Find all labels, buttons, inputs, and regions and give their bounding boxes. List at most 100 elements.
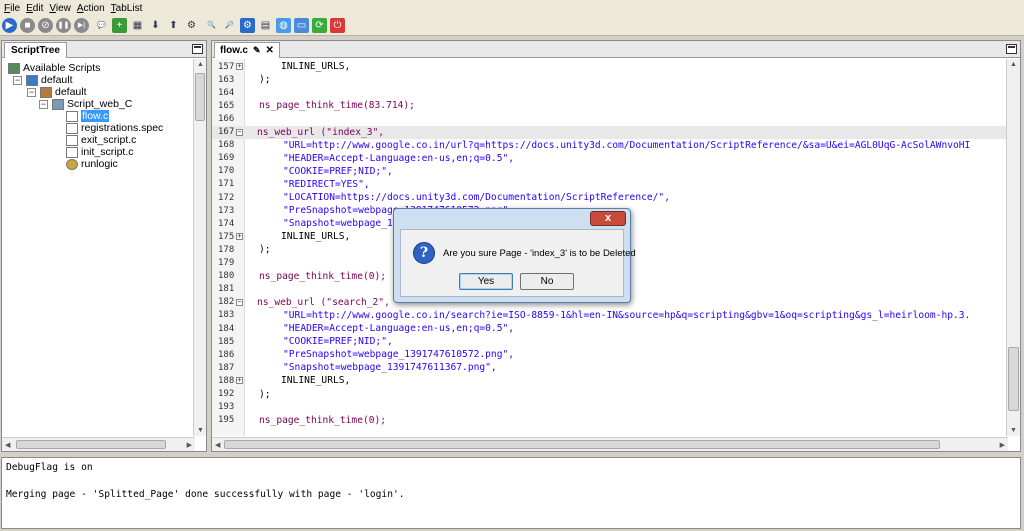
line-number: 169 [218, 153, 235, 164]
maximize-icon[interactable] [192, 44, 203, 54]
script-folder-icon [52, 98, 64, 110]
tree-item[interactable]: Available Scripts [8, 62, 100, 74]
tree-item-label: Available Scripts [23, 62, 101, 74]
line-number: 167 [218, 127, 235, 137]
fold-toggle-icon[interactable]: + [236, 377, 243, 385]
document-icon[interactable]: ▤ [258, 18, 273, 33]
line-number: 175 [218, 231, 235, 242]
code-text: ); [259, 244, 271, 256]
stop-icon[interactable]: ■ [20, 18, 35, 33]
code-text: "Snapshot=webpage_1391747611367.png", [283, 362, 497, 374]
close-icon[interactable]: ✕ [266, 45, 274, 56]
tree-item[interactable]: exit_script.c [66, 134, 136, 146]
code-text: "HEADER=Accept-Language:en-us,en;q=0.5", [283, 152, 515, 164]
exit-icon[interactable]: ⏻ [330, 18, 345, 33]
window-icon[interactable]: ▭ [294, 18, 309, 33]
cancel-icon[interactable]: ⊘ [38, 18, 53, 33]
code-line: 193 [212, 401, 1008, 414]
fold-toggle-icon[interactable]: − [236, 298, 243, 306]
tree-collapse-icon[interactable]: − [39, 100, 48, 109]
code-text: ns_page_think_time(0); [259, 414, 387, 426]
line-number: 173 [218, 205, 235, 216]
line-number: 164 [218, 87, 235, 98]
arrow-down-icon[interactable]: ⬇ [148, 18, 163, 33]
line-number: 186 [218, 349, 235, 360]
tree-item[interactable]: init_script.c [66, 146, 134, 158]
scroll-thumb[interactable] [224, 440, 940, 449]
pause-icon[interactable]: ❚❚ [56, 18, 71, 33]
comment-icon[interactable]: 💬 [94, 18, 109, 33]
grid-icon[interactable]: ▦ [130, 18, 145, 33]
line-number: 195 [218, 415, 235, 426]
code-text: INLINE_URLS, [281, 375, 351, 387]
fold-toggle-icon[interactable]: + [236, 233, 243, 241]
menu-edit[interactable]: Edit [26, 3, 43, 14]
line-number: 185 [218, 336, 235, 347]
replace-icon[interactable]: 🔎 [222, 18, 237, 33]
tree-collapse-icon[interactable]: − [27, 88, 36, 97]
code-line: 170 "COOKIE=PREF;NID;", [212, 165, 1008, 178]
globe-icon[interactable]: ◍ [276, 18, 291, 33]
start-icon[interactable]: ▶ [2, 18, 17, 33]
add-page-icon[interactable]: + [112, 18, 127, 33]
toolbar: ▶ ■ ⊘ ❚❚ ▶| 💬 + ▦ ⬇ ⬆ ⚙ 🔍 🔎 ⚙ ▤ ◍ ▭ ⟳ ⏻ [0, 16, 1024, 36]
scroll-right-icon[interactable]: ▶ [187, 441, 192, 449]
tab-script-tree[interactable]: ScriptTree [4, 42, 67, 58]
code-line: 165 ns_page_think_time(83.714); [212, 99, 1008, 112]
step-icon[interactable]: ▶| [74, 18, 89, 33]
code-line: 164 [212, 86, 1008, 99]
scripts-icon [8, 62, 20, 74]
tree-collapse-icon[interactable]: − [13, 76, 22, 85]
code-line: 169 "HEADER=Accept-Language:en-us,en;q=0.… [212, 152, 1008, 165]
code-text: "REDIRECT=YES", [283, 178, 370, 190]
refresh-icon[interactable]: ⟳ [312, 18, 327, 33]
dialog-close-button[interactable]: x [590, 211, 626, 226]
no-button[interactable]: No [520, 273, 574, 290]
scroll-up-icon[interactable]: ▲ [197, 61, 204, 68]
tree-item[interactable]: flow.c [66, 110, 110, 122]
script-tree: Available Scripts − default − default − Script… [2, 59, 195, 436]
tree-horizontal-scrollbar[interactable]: ◀ ▶ [2, 437, 195, 451]
find-icon[interactable]: 🔍 [204, 18, 219, 33]
editor-horizontal-scrollbar[interactable]: ◀ ▶ [212, 437, 1008, 451]
pin-icon[interactable]: ✎ [253, 45, 261, 56]
scroll-right-icon[interactable]: ▶ [1000, 441, 1005, 449]
scroll-thumb[interactable] [16, 440, 166, 449]
code-line: 185 "COOKIE=PREF;NID;", [212, 335, 1008, 348]
line-number: 182 [218, 297, 235, 308]
code-line: 183 "URL=http://www.google.co.in/search?i… [212, 309, 1008, 322]
menu-tablist[interactable]: TabList [111, 3, 143, 14]
folder-brown-icon [40, 86, 52, 98]
scroll-down-icon[interactable]: ▼ [197, 427, 204, 434]
fold-toggle-icon[interactable]: − [236, 128, 243, 136]
menu-view[interactable]: View [49, 3, 71, 14]
tree-item[interactable]: default [40, 86, 87, 98]
tree-item-label: Script_web_C [67, 98, 133, 110]
runlogic-icon [66, 158, 78, 170]
tab-flow-c[interactable]: flow.c ✎ ✕ [214, 42, 280, 58]
scroll-left-icon[interactable]: ◀ [215, 441, 220, 449]
settings-icon[interactable]: ⚙ [240, 18, 255, 33]
code-line: 192); [212, 388, 1008, 401]
console-output: DebugFlag is on Merging page - 'Splitted… [1, 457, 1021, 529]
arrow-up-icon[interactable]: ⬆ [166, 18, 181, 33]
editor-vertical-scrollbar[interactable]: ▲ ▼ [1006, 59, 1020, 436]
scroll-up-icon[interactable]: ▲ [1010, 61, 1017, 68]
scroll-thumb[interactable] [1008, 347, 1019, 411]
tree-item[interactable]: default [26, 74, 73, 86]
tree-item[interactable]: runlogic [66, 158, 118, 170]
tree-item[interactable]: registrations.spec [66, 122, 163, 134]
tree-item-label: default [41, 74, 73, 86]
code-text: ); [259, 74, 271, 86]
scroll-down-icon[interactable]: ▼ [1010, 427, 1017, 434]
scroll-left-icon[interactable]: ◀ [5, 441, 10, 449]
maximize-icon[interactable] [1006, 44, 1017, 54]
yes-button[interactable]: Yes [459, 273, 513, 290]
menu-file[interactable]: File [4, 3, 20, 14]
scroll-thumb[interactable] [195, 73, 205, 121]
menu-action[interactable]: Action [77, 3, 105, 14]
fold-toggle-icon[interactable]: + [236, 63, 243, 70]
tree-item[interactable]: Script_web_C [52, 98, 132, 110]
record-icon[interactable]: ⚙ [184, 18, 199, 33]
tree-vertical-scrollbar[interactable]: ▲ ▼ [193, 59, 206, 436]
